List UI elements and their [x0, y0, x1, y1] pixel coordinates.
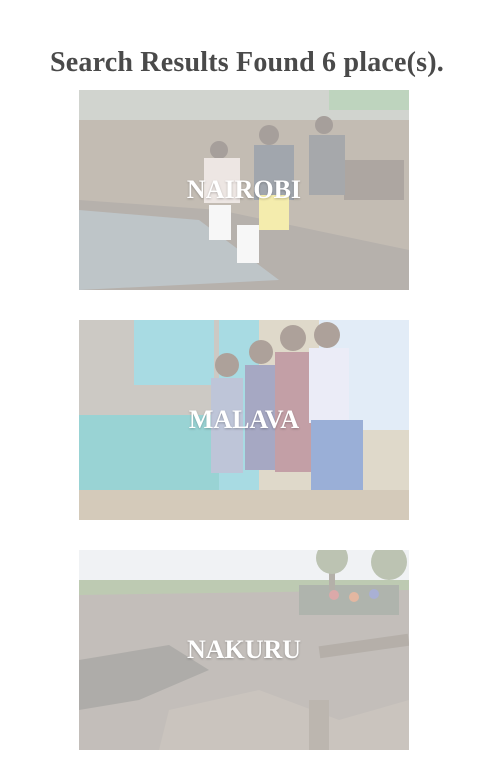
- result-card-nairobi[interactable]: NAIROBI: [79, 90, 409, 290]
- result-card-nakuru[interactable]: NAKURU: [79, 550, 409, 750]
- result-card-malava[interactable]: MALAVA: [79, 320, 409, 520]
- page-title: Search Results Found 6 place(s).: [49, 46, 444, 78]
- result-name: NAKURU: [186, 635, 302, 664]
- result-name: NAIROBI: [186, 175, 302, 204]
- result-name: MALAVA: [188, 405, 300, 434]
